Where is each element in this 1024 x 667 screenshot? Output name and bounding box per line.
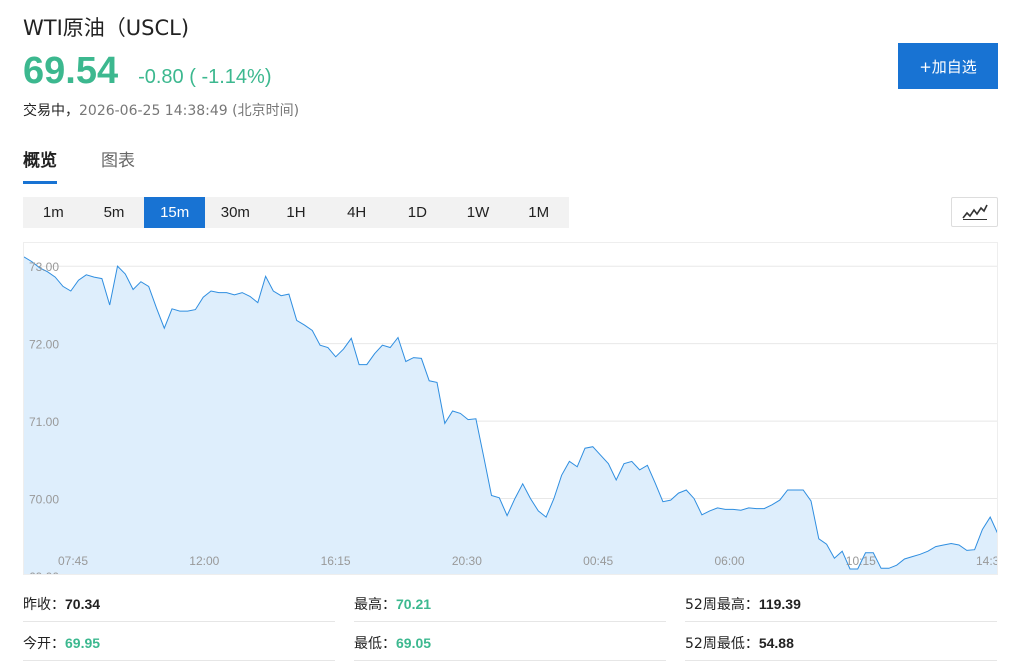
x-tick-label: 06:00	[714, 554, 744, 568]
period-1m[interactable]: 1m	[23, 197, 84, 228]
y-tick-label: 72.00	[29, 338, 59, 352]
period-4h[interactable]: 4H	[326, 197, 387, 228]
x-tick-label: 10:15	[846, 554, 876, 568]
y-tick-label: 71.00	[29, 415, 59, 429]
y-tick-label: 70.00	[29, 493, 59, 507]
tab-overview[interactable]: 概览	[23, 146, 57, 184]
x-tick-label: 16:15	[321, 554, 351, 568]
period-1w[interactable]: 1W	[448, 197, 509, 228]
stat-open: 今开： 69.95	[23, 625, 335, 661]
stat-52w-low: 52周最低： 54.88	[685, 625, 997, 661]
x-tick-label: 20:30	[452, 554, 482, 568]
price-area	[24, 256, 997, 574]
period-1d[interactable]: 1D	[387, 197, 448, 228]
stat-prev-close: 昨收： 70.34	[23, 586, 335, 622]
chart-type-button[interactable]	[951, 197, 998, 227]
last-price: 69.54	[23, 50, 119, 92]
main-tabs: 概览 图表	[23, 146, 179, 184]
trading-status-label: 交易中，	[23, 103, 79, 119]
x-tick-label: 14:3	[976, 554, 998, 568]
stat-52w-high: 52周最高： 119.39	[685, 586, 997, 622]
tab-chart[interactable]: 图表	[101, 146, 135, 184]
add-watchlist-button[interactable]: +加自选	[898, 43, 998, 89]
x-tick-label: 07:45	[58, 554, 88, 568]
price-row: 69.54 -0.80 ( -1.14%)	[23, 50, 271, 93]
period-15m[interactable]: 15m	[144, 197, 206, 228]
period-30m[interactable]: 30m	[205, 197, 266, 228]
y-tick-label: 69.00	[29, 570, 59, 575]
period-1h[interactable]: 1H	[266, 197, 327, 228]
x-tick-label: 12:00	[189, 554, 219, 568]
quote-timestamp: 2026-06-25 14:38:49 (北京时间)	[79, 103, 300, 119]
stat-low: 最低： 69.05	[354, 625, 666, 661]
period-5m[interactable]: 5m	[84, 197, 145, 228]
period-1mo[interactable]: 1M	[508, 197, 569, 228]
y-tick-label: 73.00	[29, 260, 59, 274]
period-selector: 1m 5m 15m 30m 1H 4H 1D 1W 1M	[23, 197, 569, 228]
line-chart-icon	[961, 204, 988, 220]
x-tick-label: 00:45	[583, 554, 613, 568]
price-chart[interactable]: 73.00 72.00 71.00 70.00 69.00 07:45 12:00 16:1…	[23, 242, 998, 575]
trading-status: 交易中，2026-06-25 14:38:49 (北京时间)	[23, 100, 299, 120]
quote-stats: 昨收： 70.34 最高： 70.21 52周最高： 119.39 今开： 69.95 …	[23, 586, 998, 661]
stat-high: 最高： 70.21	[354, 586, 666, 622]
instrument-title: WTI原油（USCL)	[23, 16, 190, 40]
price-change: -0.80 ( -1.14%)	[138, 66, 272, 88]
